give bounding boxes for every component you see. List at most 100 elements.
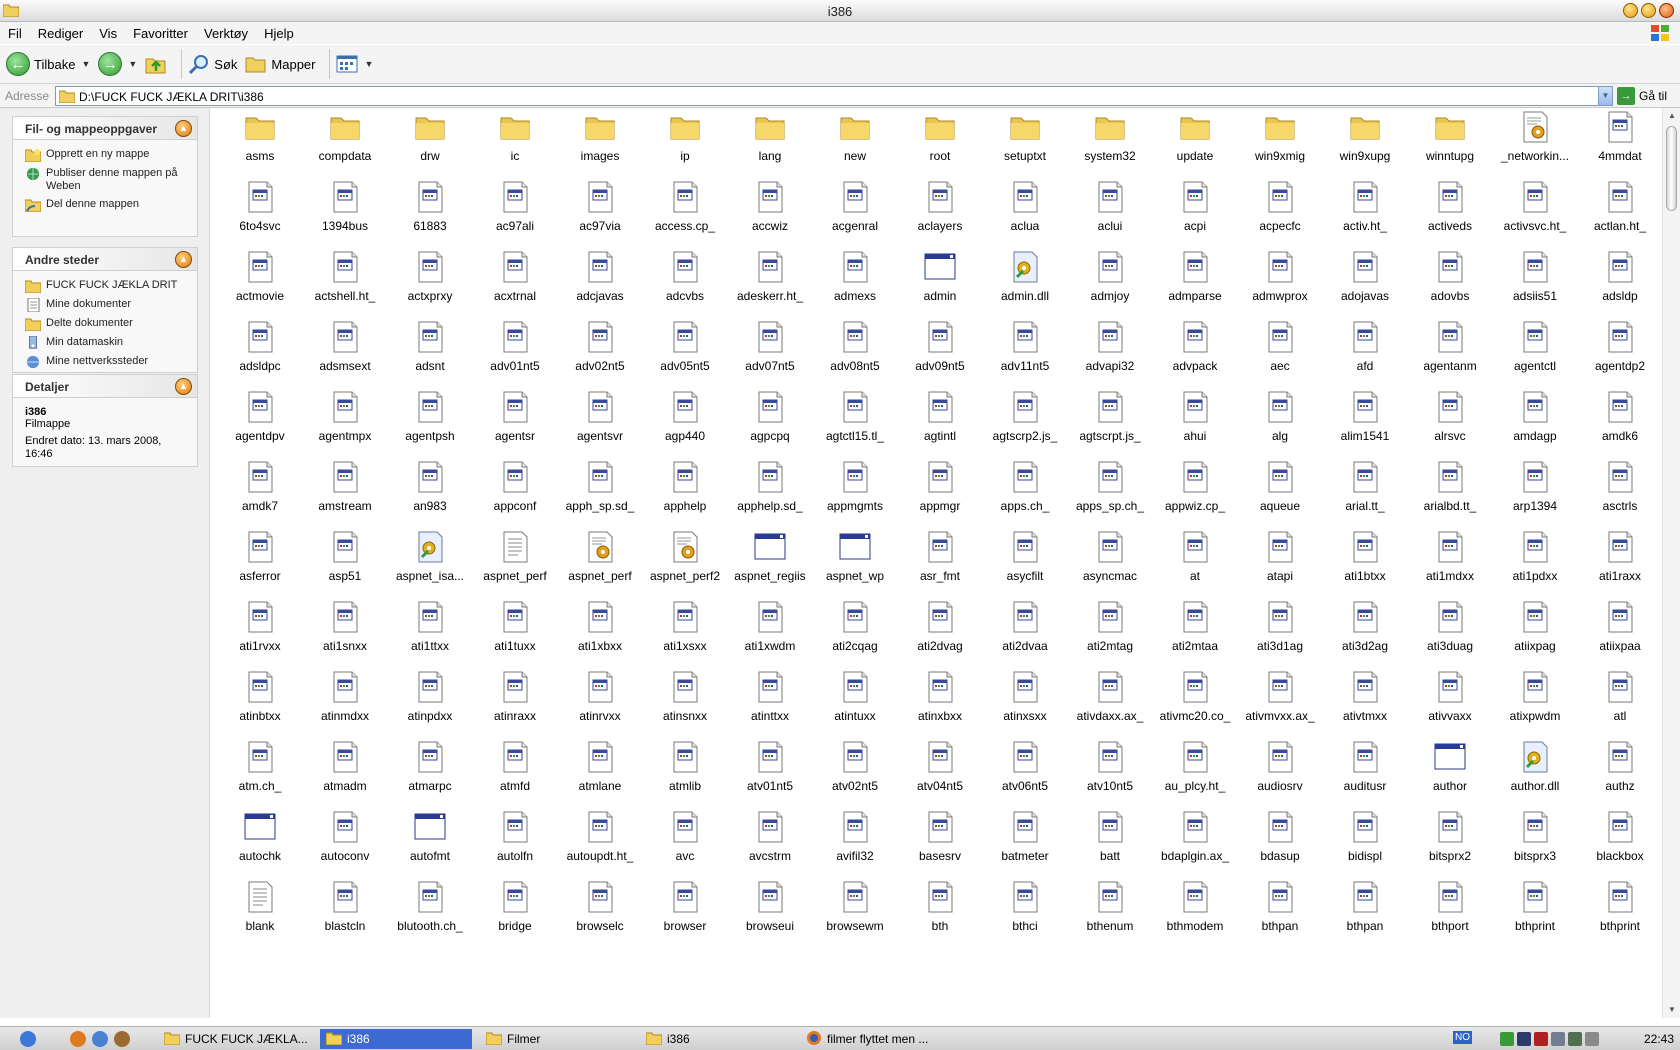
file-item[interactable]: adsldp <box>1580 251 1660 311</box>
collapse-icon[interactable]: ▲ <box>175 378 192 395</box>
task-publish-web[interactable]: Publiser denne mappen på Weben <box>25 167 189 193</box>
menu-favorites[interactable]: Favoritter <box>125 26 196 41</box>
file-item[interactable]: alrsvc <box>1410 391 1490 451</box>
tray-icon[interactable] <box>1517 1032 1531 1046</box>
file-item[interactable]: atv06nt5 <box>985 741 1065 801</box>
file-item[interactable]: alim1541 <box>1325 391 1405 451</box>
file-item[interactable]: ati1xwdm <box>730 601 810 661</box>
file-item[interactable]: appconf <box>475 461 555 521</box>
firefox-quicklaunch-icon[interactable] <box>70 1031 86 1047</box>
file-item[interactable]: blackbox <box>1580 811 1660 871</box>
file-item[interactable]: au_plcy.ht_ <box>1155 741 1235 801</box>
file-item[interactable]: amstream <box>305 461 385 521</box>
file-item[interactable]: adsiis51 <box>1495 251 1575 311</box>
file-item[interactable]: adv05nt5 <box>645 321 725 381</box>
file-item[interactable]: at <box>1155 531 1235 591</box>
file-item[interactable]: asctrls <box>1580 461 1660 521</box>
address-input[interactable]: D:\FUCK FUCK JÆKLA DRIT\i386 ▼ <box>55 86 1613 106</box>
file-item[interactable]: activsvc.ht_ <box>1495 181 1575 241</box>
chevron-down-icon[interactable]: ▼ <box>1598 87 1612 105</box>
file-item[interactable]: ati1mdxx <box>1410 531 1490 591</box>
file-item[interactable]: actmovie <box>220 251 300 311</box>
up-folder-button[interactable] <box>145 53 167 75</box>
file-item[interactable]: 61883 <box>390 181 470 241</box>
minimize-button[interactable] <box>1623 3 1638 18</box>
file-item[interactable]: adsldpc <box>220 321 300 381</box>
file-item[interactable]: agpcpq <box>730 391 810 451</box>
collapse-icon[interactable]: ▲ <box>175 120 192 137</box>
file-item[interactable]: bthprint <box>1580 881 1660 941</box>
file-item[interactable]: batt <box>1070 811 1150 871</box>
file-item[interactable]: blank <box>220 881 300 941</box>
file-item[interactable]: admin <box>900 251 980 311</box>
file-item[interactable]: asyncmac <box>1070 531 1150 591</box>
language-badge[interactable]: NO <box>1453 1031 1472 1044</box>
file-item[interactable]: atv04nt5 <box>900 741 980 801</box>
file-item[interactable]: acpi <box>1155 181 1235 241</box>
file-item[interactable]: 6to4svc <box>220 181 300 241</box>
file-item[interactable]: adsnt <box>390 321 470 381</box>
folder-item[interactable]: new <box>815 111 895 171</box>
file-item[interactable]: apps_sp.ch_ <box>1070 461 1150 521</box>
tray-icon[interactable] <box>1568 1032 1582 1046</box>
file-item[interactable]: aspnet_perf <box>560 531 640 591</box>
file-item[interactable]: aqueue <box>1240 461 1320 521</box>
folder-item[interactable]: win9xupg <box>1325 111 1405 171</box>
file-item[interactable]: autolfn <box>475 811 555 871</box>
file-item[interactable]: actlan.ht_ <box>1580 181 1660 241</box>
file-item[interactable]: ahui <box>1155 391 1235 451</box>
file-item[interactable]: ati3d1ag <box>1240 601 1320 661</box>
file-item[interactable]: apps.ch_ <box>985 461 1065 521</box>
file-item[interactable]: aclui <box>1070 181 1150 241</box>
file-item[interactable]: authz <box>1580 741 1660 801</box>
file-item[interactable]: adv09nt5 <box>900 321 980 381</box>
file-item[interactable]: agtintl <box>900 391 980 451</box>
file-item[interactable]: ati2cqag <box>815 601 895 661</box>
tray-icon[interactable] <box>1551 1032 1565 1046</box>
file-item[interactable]: ati1xbxx <box>560 601 640 661</box>
file-item[interactable]: ativvaxx <box>1410 671 1490 731</box>
maximize-button[interactable] <box>1641 3 1656 18</box>
file-item[interactable]: activeds <box>1410 181 1490 241</box>
file-item[interactable]: adv08nt5 <box>815 321 895 381</box>
menu-edit[interactable]: Rediger <box>30 26 92 41</box>
place-my-computer[interactable]: Min datamaskin <box>25 336 189 350</box>
file-item[interactable]: agentdpv <box>220 391 300 451</box>
menu-view[interactable]: Vis <box>91 26 125 41</box>
folder-item[interactable]: setuptxt <box>985 111 1065 171</box>
file-item[interactable]: aclua <box>985 181 1065 241</box>
file-item[interactable]: bthport <box>1410 881 1490 941</box>
file-item[interactable]: agentanm <box>1410 321 1490 381</box>
file-item[interactable]: apphelp <box>645 461 725 521</box>
file-item[interactable]: ati1xsxx <box>645 601 725 661</box>
taskbar-button[interactable]: FUCK FUCK JÆKLA... <box>158 1029 310 1049</box>
file-item[interactable]: ativtmxx <box>1325 671 1405 731</box>
file-item[interactable]: bthci <box>985 881 1065 941</box>
file-item[interactable]: aec <box>1240 321 1320 381</box>
task-new-folder[interactable]: Opprett en ny mappe <box>25 148 189 162</box>
file-item[interactable]: 4mmdat <box>1580 111 1660 171</box>
folders-button[interactable]: Mapper <box>245 54 315 74</box>
file-item[interactable]: agentpsh <box>390 391 470 451</box>
folder-item[interactable]: drw <box>390 111 470 171</box>
file-item[interactable]: asycfilt <box>985 531 1065 591</box>
file-item[interactable]: atinbtxx <box>220 671 300 731</box>
file-item[interactable]: aspnet_perf <box>475 531 555 591</box>
file-item[interactable]: 1394bus <box>305 181 385 241</box>
file-item[interactable]: aspnet_isa... <box>390 531 470 591</box>
file-item[interactable]: atv10nt5 <box>1070 741 1150 801</box>
scroll-up-button[interactable]: ▲ <box>1664 108 1680 124</box>
file-item[interactable]: asp51 <box>305 531 385 591</box>
file-item[interactable]: amdk7 <box>220 461 300 521</box>
file-item[interactable]: browseui <box>730 881 810 941</box>
back-button[interactable]: ← Tilbake ▼ <box>6 52 90 76</box>
media-quicklaunch-icon[interactable] <box>114 1031 130 1047</box>
file-item[interactable]: ativmc20.co_ <box>1155 671 1235 731</box>
file-item[interactable]: atl <box>1580 671 1660 731</box>
place-parent-folder[interactable]: FUCK FUCK JÆKLA DRIT <box>25 279 189 293</box>
file-item[interactable]: alg <box>1240 391 1320 451</box>
file-item[interactable]: atinraxx <box>475 671 555 731</box>
file-item[interactable]: asr_fmt <box>900 531 980 591</box>
file-item[interactable]: bthpan <box>1325 881 1405 941</box>
file-item[interactable]: ati3d2ag <box>1325 601 1405 661</box>
